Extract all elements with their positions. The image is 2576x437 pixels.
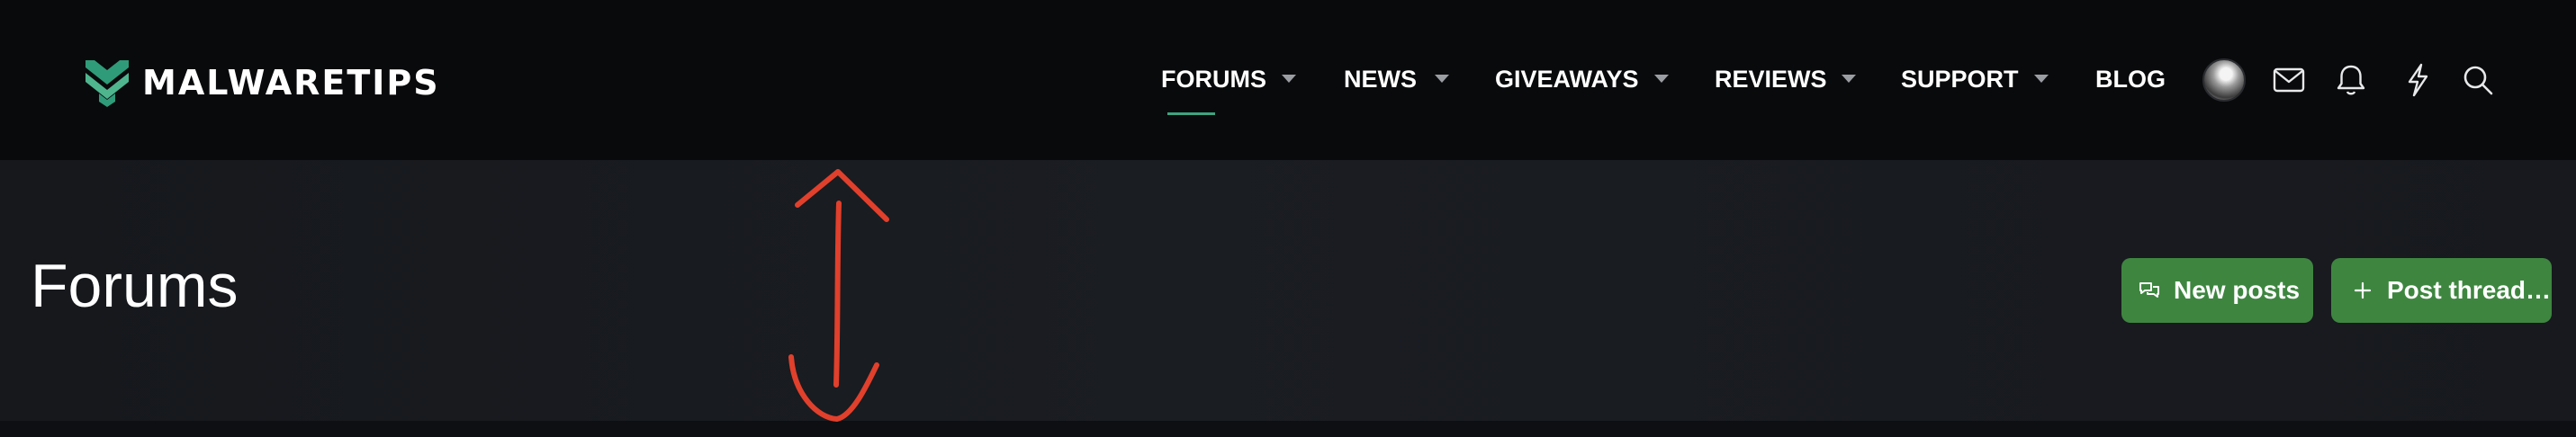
page: MALWARETIPS FORUMS NEWS GIVEAWAYS REVIEW… xyxy=(0,0,2576,437)
chevron-down-icon[interactable] xyxy=(1842,75,1856,83)
chat-bubbles-icon xyxy=(2139,282,2159,298)
envelope-icon[interactable] xyxy=(2268,59,2310,101)
content-divider xyxy=(0,421,2576,437)
new-posts-button[interactable]: New posts xyxy=(2121,258,2313,323)
post-thread-button[interactable]: Post thread… xyxy=(2331,258,2552,323)
page-title: Forums xyxy=(31,252,239,320)
post-thread-label: Post thread… xyxy=(2387,276,2552,304)
chevron-down-icon[interactable] xyxy=(1435,75,1449,83)
top-navigation-bar: MALWARETIPS FORUMS NEWS GIVEAWAYS REVIEW… xyxy=(0,0,2576,160)
chevron-down-icon[interactable] xyxy=(2034,75,2049,83)
new-posts-label: New posts xyxy=(2174,276,2301,304)
nav-item-giveaways[interactable]: GIVEAWAYS xyxy=(1495,58,1639,101)
nav-item-blog[interactable]: BLOG xyxy=(2095,58,2166,101)
bell-icon[interactable] xyxy=(2330,59,2372,101)
avatar[interactable] xyxy=(2202,58,2246,102)
lightning-icon[interactable] xyxy=(2397,59,2438,101)
active-tab-indicator xyxy=(1167,112,1215,115)
shield-m-logo-icon xyxy=(86,60,129,107)
nav-item-reviews[interactable]: REVIEWS xyxy=(1715,58,1827,101)
nav-item-news[interactable]: NEWS xyxy=(1344,58,1417,101)
chevron-down-icon[interactable] xyxy=(1654,75,1669,83)
brand-name: MALWARETIPS xyxy=(142,63,440,103)
search-icon[interactable] xyxy=(2457,59,2499,101)
nav-item-forums[interactable]: FORUMS xyxy=(1161,58,1266,101)
nav-item-support[interactable]: SUPPORT xyxy=(1901,58,2019,101)
site-logo[interactable]: MALWARETIPS xyxy=(83,58,440,108)
plus-icon xyxy=(2354,281,2372,299)
chevron-down-icon[interactable] xyxy=(1282,75,1296,83)
